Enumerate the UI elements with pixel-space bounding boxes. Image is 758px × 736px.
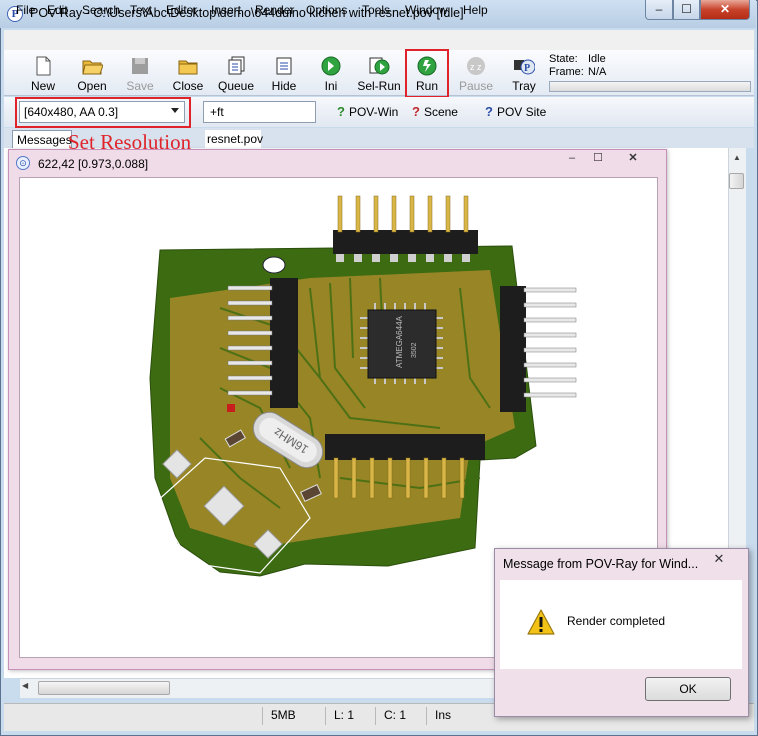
status-column: C: 1: [375, 707, 425, 725]
horizontal-scroll-thumb[interactable]: [38, 681, 170, 695]
save-button[interactable]: Save: [124, 50, 156, 96]
queue-button[interactable]: Queue: [215, 50, 257, 96]
status-memory: 5MB: [262, 707, 318, 725]
render-window-icon: ⊙: [16, 156, 30, 170]
chip-label: ATMEGA644A: [395, 315, 404, 368]
run-highlight-box: [405, 49, 449, 98]
hide-icon: [276, 57, 292, 75]
scroll-up-icon[interactable]: ▲: [729, 150, 745, 166]
minimize-button[interactable]: –: [645, 0, 673, 20]
open-folder-icon: [82, 60, 103, 75]
resolution-highlight-box: [15, 97, 191, 128]
menu-text[interactable]: Text: [130, 3, 152, 17]
frame-value: N/A: [588, 66, 607, 78]
menu-search[interactable]: Search: [82, 3, 120, 17]
status-line: L: 1: [325, 707, 375, 725]
menu-editor[interactable]: Editor: [166, 3, 197, 17]
close-folder-icon: [178, 60, 198, 75]
tray-icon: P: [514, 59, 535, 75]
menu-render[interactable]: Render: [255, 3, 294, 17]
save-label: Save: [126, 79, 154, 93]
help-blue-icon: ?: [485, 104, 493, 119]
ini-button[interactable]: Ini: [316, 50, 346, 96]
dialog-close-button[interactable]: ✕: [696, 549, 742, 569]
new-button[interactable]: New: [26, 50, 60, 96]
menu-bar: [4, 30, 754, 50]
queue-icon: [228, 56, 245, 75]
tray-label: Tray: [512, 79, 536, 93]
pov-win-help-link[interactable]: ? POV-Win: [337, 104, 398, 119]
open-button[interactable]: Open: [74, 50, 110, 96]
render-progress-bar: [549, 81, 751, 92]
menu-help[interactable]: Help: [463, 3, 488, 17]
scene-label: Scene: [423, 105, 458, 119]
queue-label: Queue: [217, 79, 255, 93]
menu-tools[interactable]: Tools: [362, 3, 390, 17]
new-label: New: [30, 79, 55, 93]
svg-text:P: P: [524, 63, 530, 74]
close-file-button[interactable]: Close: [170, 50, 206, 96]
vertical-scroll-thumb[interactable]: [729, 173, 744, 189]
help-red-icon: ?: [412, 104, 420, 119]
menu-file[interactable]: File: [16, 3, 35, 17]
dialog-title: Message from POV-Ray for Wind...: [503, 557, 699, 571]
menu-options[interactable]: Options: [306, 3, 347, 17]
tray-button[interactable]: P Tray: [506, 50, 542, 96]
pause-button[interactable]: z z Pause: [456, 50, 496, 96]
render-close-button[interactable]: ✕: [611, 150, 655, 168]
ini-label: Ini: [324, 79, 338, 93]
state-value: Idle: [588, 53, 606, 65]
help-green-icon: ?: [337, 104, 345, 119]
pov-site-link[interactable]: ? POV Site: [485, 104, 546, 119]
sel-run-button[interactable]: Sel-Run: [356, 50, 402, 96]
ini-icon: [321, 56, 341, 76]
render-coordinates: 622,42 [0.973,0.088]: [38, 157, 149, 171]
maximize-button[interactable]: ☐: [673, 0, 700, 20]
open-label: Open: [77, 79, 107, 93]
pov-win-label: POV-Win: [348, 105, 399, 119]
dialog-message: Render completed: [567, 614, 666, 628]
command-line-input[interactable]: +ft: [203, 101, 316, 123]
set-resolution-annotation: Set Resolution: [68, 130, 192, 154]
pause-icon: z z: [467, 57, 485, 75]
svg-text:z z: z z: [470, 62, 482, 72]
hide-button[interactable]: Hide: [268, 50, 300, 96]
close-label: Close: [172, 79, 204, 93]
ok-button[interactable]: OK: [645, 677, 731, 701]
menu-insert[interactable]: Insert: [211, 3, 241, 17]
tab-messages[interactable]: Messages: [12, 130, 72, 148]
pov-site-label: POV Site: [496, 105, 547, 119]
close-window-button[interactable]: ✕: [700, 0, 750, 20]
menu-window[interactable]: Window: [405, 3, 448, 17]
render-minimize-button[interactable]: –: [559, 150, 585, 168]
hide-label: Hide: [271, 79, 297, 93]
chip-code: 3502: [411, 342, 418, 358]
warning-icon: [527, 609, 555, 635]
scene-help-link[interactable]: ? Scene: [412, 104, 458, 119]
state-label: State:: [549, 53, 578, 65]
menu-edit[interactable]: Edit: [47, 3, 68, 17]
tab-resnet-pov[interactable]: resnet.pov: [205, 130, 263, 148]
sel-run-icon: [369, 57, 390, 75]
new-file-icon: [36, 56, 51, 76]
save-disk-icon: [132, 58, 148, 74]
pause-label: Pause: [458, 79, 494, 93]
frame-label: Frame:: [549, 66, 584, 78]
status-insert-mode: Ins: [426, 707, 476, 725]
render-maximize-button[interactable]: ☐: [585, 150, 611, 168]
scroll-left-icon[interactable]: ◀: [22, 681, 28, 690]
sel-run-label: Sel-Run: [357, 79, 401, 93]
